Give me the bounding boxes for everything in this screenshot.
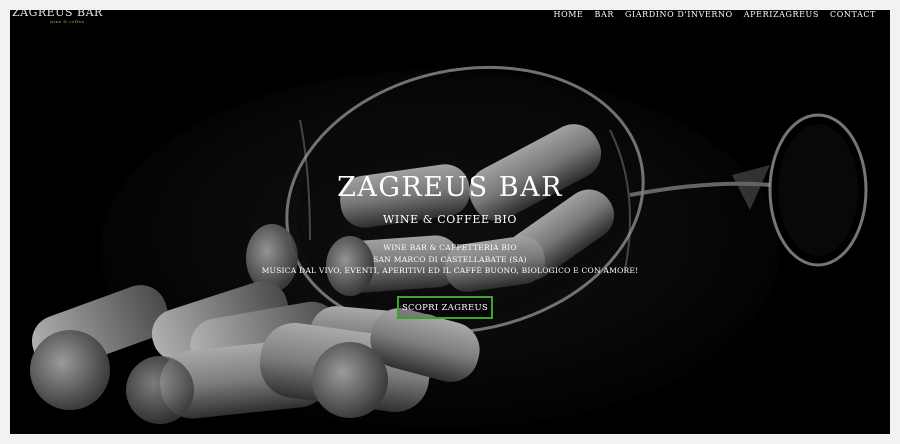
hero-subtitle: WINE & COFFEE BIO [383, 213, 517, 226]
nav-item-giardino-dinverno[interactable]: GIARDINO D'INVERNO [625, 10, 733, 20]
hero-section: ZAGREUS BAR wine & coffee HOME BAR GIARD… [10, 10, 890, 434]
nav-item-contact[interactable]: CONTACT [830, 10, 876, 20]
hero-line-1: WINE BAR & CAFFETTERIA BIO [383, 243, 517, 252]
main-nav: HOME BAR GIARDINO D'INVERNO APERIZAGREUS… [554, 10, 876, 20]
nav-item-home[interactable]: HOME [554, 10, 584, 20]
site-logo[interactable]: ZAGREUS BAR wine & coffee [12, 10, 103, 24]
logo-text: ZAGREUS BAR [12, 10, 103, 19]
logo-tagline: wine & coffee [50, 19, 85, 24]
discover-zagreus-button[interactable]: SCOPRI ZAGREUS [397, 296, 493, 319]
hero-line-2: SAN MARCO DI CASTELLABATE (SA) [373, 255, 527, 264]
hero-line-3: MUSICA DAL VIVO, EVENTI, APERITIVI ED IL… [261, 266, 639, 275]
nav-item-aperizagreus[interactable]: APERIZAGREUS [744, 10, 819, 20]
hero-title: ZAGREUS BAR [337, 172, 563, 203]
nav-item-bar[interactable]: BAR [594, 10, 613, 20]
